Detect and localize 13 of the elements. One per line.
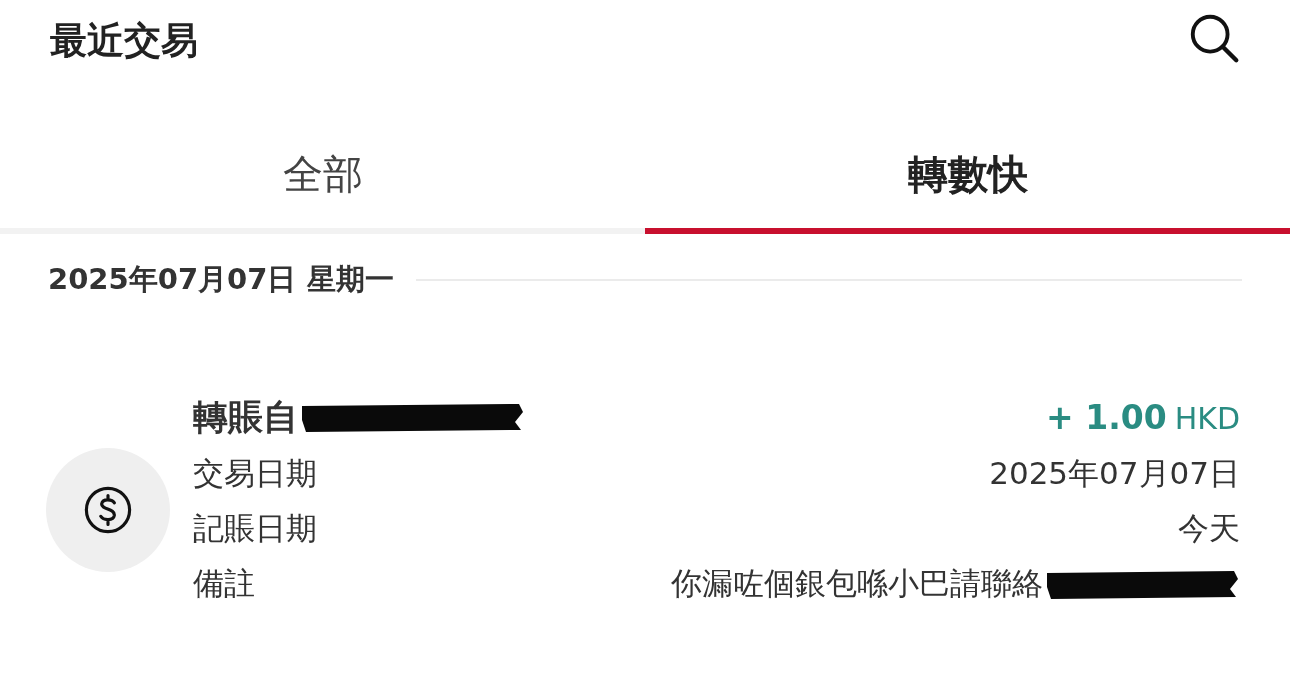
detail-value: 你漏咗個銀包喺小巴請聯絡 xyxy=(671,563,1043,603)
tab[interactable]: 轉數快 xyxy=(645,148,1290,234)
detail-label: 記賬日期 xyxy=(193,508,317,548)
currency: HKD xyxy=(1174,400,1240,436)
amount: + 1.00 xyxy=(1046,397,1167,437)
transaction-title: 轉賬自 xyxy=(193,395,298,439)
detail-value: 今天 xyxy=(1178,508,1240,548)
tab[interactable]: 全部 xyxy=(0,148,645,234)
date-heading: 2025年07月07日 星期一 xyxy=(48,261,394,298)
detail-label: 備註 xyxy=(193,563,255,603)
page-title: 最近交易 xyxy=(50,18,198,64)
detail-value: 2025年07月07日 xyxy=(989,453,1240,493)
detail-label: 交易日期 xyxy=(193,453,317,493)
